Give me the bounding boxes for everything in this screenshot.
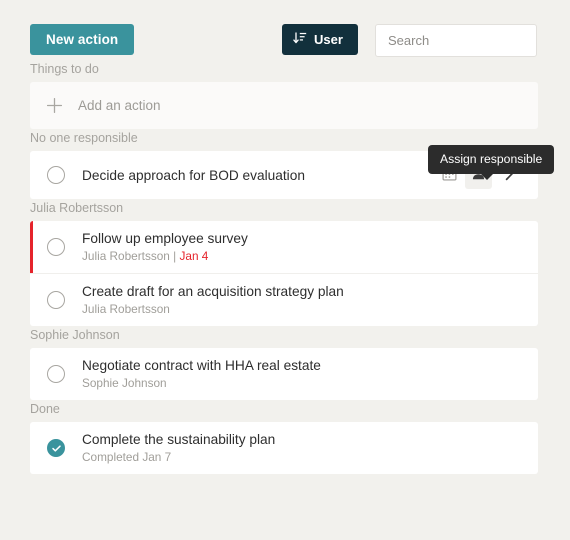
section-done: Done Complete the sustainability plan Co… [0,402,570,474]
section-things-to-do: Things to do Add an action [0,62,570,129]
sort-descending-icon [293,31,307,48]
task-body: Negotiate contract with HHA real estate … [82,348,538,400]
section-sophie-johnson: Sophie Johnson Negotiate contract with H… [0,328,570,400]
assign-responsible-tooltip: Assign responsible [428,145,555,180]
section-label: Julia Robertsson [30,201,124,215]
task-body: Decide approach for BOD evaluation [82,158,436,193]
circle-unchecked-icon [47,365,65,383]
sort-by-user-button[interactable]: User [282,24,358,55]
task-checkbox[interactable] [30,439,82,457]
task-body: Create draft for an acquisition strategy… [82,274,538,326]
section-label: Things to do [30,62,99,76]
task-card: Negotiate contract with HHA real estate … [30,348,538,400]
task-checkbox[interactable] [30,365,82,383]
task-subtitle: Sophie Johnson [82,376,167,390]
task-title: Negotiate contract with HHA real estate [82,358,321,373]
task-title: Complete the sustainability plan [82,432,276,447]
task-body: Complete the sustainability plan Complet… [82,422,538,474]
task-due-date: Jan 4 [179,249,209,263]
plus-icon [30,97,78,114]
circle-unchecked-icon [47,238,65,256]
search-box[interactable] [375,24,570,57]
task-card: Complete the sustainability plan Complet… [30,422,538,474]
search-input[interactable] [376,33,570,48]
task-subtitle: Completed Jan 7 [82,450,172,464]
task-subtitle: Julia Robertsson [82,302,170,316]
action-list: Things to do Add an action No one respon… [0,62,570,540]
section-julia-robertsson: Julia Robertsson Follow up employee surv… [0,201,570,326]
add-an-action-label: Add an action [78,98,161,113]
sort-by-user-label: User [314,32,343,47]
top-toolbar: New action User [0,0,570,62]
table-row[interactable]: Create draft for an acquisition strategy… [30,273,538,326]
table-row[interactable]: Complete the sustainability plan Complet… [30,422,538,474]
task-checkbox[interactable] [30,238,82,256]
circle-unchecked-icon [47,291,65,309]
add-an-action-row[interactable]: Add an action [30,82,538,129]
circle-unchecked-icon [47,166,65,184]
task-title: Follow up employee survey [82,231,248,246]
add-action-card: Add an action [30,82,538,129]
task-title: Create draft for an acquisition strategy… [82,284,344,299]
task-checkbox[interactable] [30,166,82,184]
table-row[interactable]: Negotiate contract with HHA real estate … [30,348,538,400]
section-label: Sophie Johnson [30,328,120,342]
table-row[interactable]: Follow up employee survey Julia Robertss… [30,221,538,273]
task-card: Follow up employee survey Julia Robertss… [30,221,538,326]
task-subtitle: Julia Robertsson | Jan 4 [82,249,538,264]
new-action-button[interactable]: New action [30,24,135,55]
task-title: Decide approach for BOD evaluation [82,167,305,183]
task-owner: Julia Robertsson | [82,249,180,263]
section-label: Done [30,402,60,416]
circle-checked-icon [47,439,65,457]
task-checkbox[interactable] [30,291,82,309]
task-body: Follow up employee survey Julia Robertss… [82,221,538,273]
